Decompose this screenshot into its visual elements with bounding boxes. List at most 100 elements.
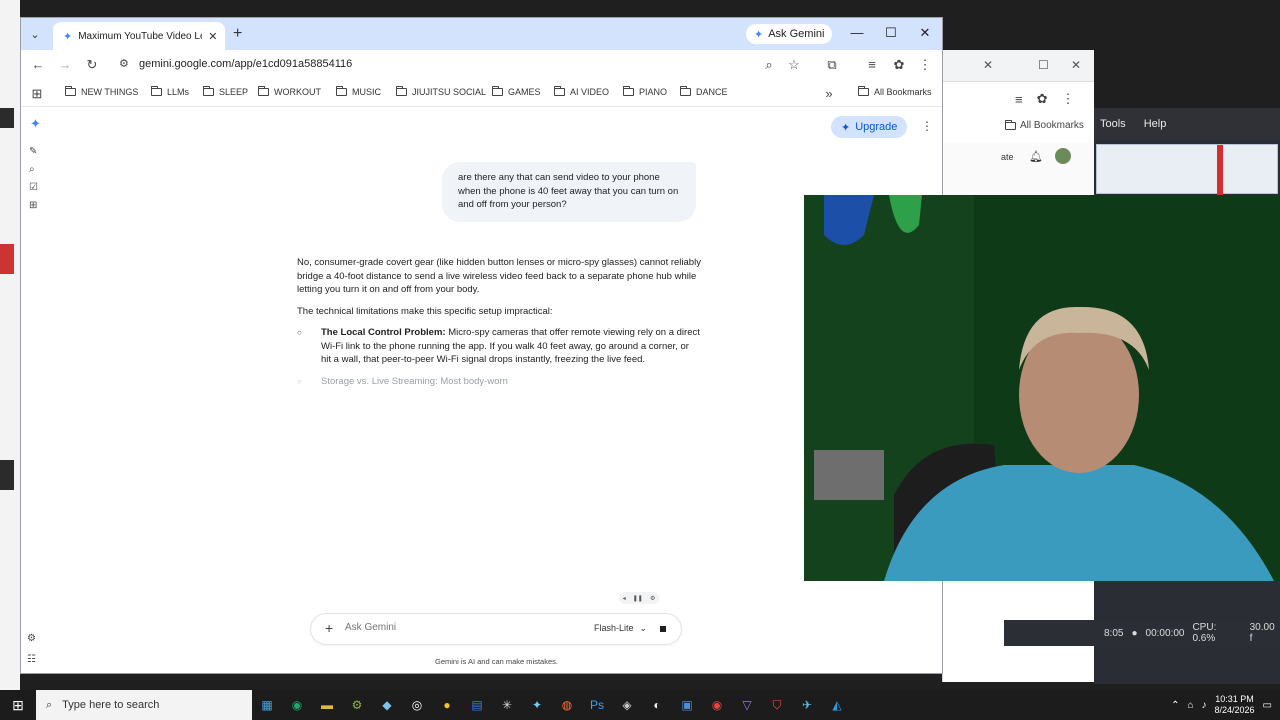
calculator-app-icon[interactable]: ▦ (252, 690, 282, 720)
back-icon[interactable]: ← (30, 57, 46, 72)
app-icon[interactable]: ▣ (672, 690, 702, 720)
maximize-icon[interactable]: ☐ (881, 25, 901, 41)
bookmark-folder[interactable]: SLEEP (203, 86, 248, 97)
app-icon[interactable]: ▽ (732, 690, 762, 720)
apps-icon[interactable]: ⊞ (29, 200, 37, 211)
close-icon[interactable]: ✕ (983, 58, 993, 72)
file-explorer-icon[interactable]: ▬ (312, 690, 342, 720)
close-icon[interactable]: ✕ (208, 30, 217, 43)
bookmark-folder[interactable]: GAMES (492, 86, 541, 97)
app-icon[interactable]: ✦ (522, 690, 552, 720)
webcam-gray-object (814, 450, 884, 500)
new-chat-icon[interactable]: ✎ (29, 146, 37, 157)
minimize-icon[interactable]: — (847, 25, 867, 40)
background-window-left (0, 0, 20, 690)
avatar[interactable] (1055, 148, 1071, 164)
settings-icon[interactable]: ⚙ (650, 595, 655, 602)
user-message: are there any that can send video to you… (442, 162, 696, 222)
app-icon[interactable]: ◭ (822, 690, 852, 720)
address-bar[interactable]: gemini.google.com/app/e1cd091a58854116 (139, 58, 352, 70)
add-icon[interactable]: + (325, 620, 333, 636)
bookmark-star-icon[interactable]: ☆ (786, 57, 802, 73)
bookmark-folder[interactable]: WORKOUT (258, 86, 321, 97)
app-icon[interactable]: ◆ (372, 690, 402, 720)
more-bookmarks-icon[interactable]: » (821, 86, 837, 101)
bookmarks-bar: ⊞ NEW THINGS LLMs SLEEP WORKOUT MUSIC JI… (21, 80, 942, 107)
maximize-icon[interactable]: ☐ (1038, 58, 1049, 72)
gemini-favicon-icon: ✦ (63, 30, 73, 43)
rewind-icon[interactable]: ◂ (623, 595, 626, 602)
notifications-icon[interactable]: ▭ (1263, 700, 1272, 711)
network-icon[interactable]: ⌂ (1187, 700, 1193, 711)
firefox-app-icon[interactable]: ◍ (552, 690, 582, 720)
more-options-icon[interactable]: ⋮ (921, 119, 933, 133)
brave-app-icon[interactable]: ⛉ (762, 690, 792, 720)
bookmark-folder[interactable]: PIANO (623, 86, 667, 97)
close-window-icon[interactable]: ✕ (915, 25, 935, 41)
reload-icon[interactable]: ↻ (84, 57, 100, 73)
prompt-input[interactable] (345, 622, 545, 633)
bookmark-folder[interactable]: AI VIDEO (554, 86, 609, 97)
menu-tools[interactable]: Tools (1100, 118, 1126, 130)
pause-icon[interactable]: ❚❚ (633, 595, 643, 602)
app-statusbar: 8:05 ● 00:00:00 CPU: 0.6% 30.00 f (1004, 620, 1280, 646)
app-icon[interactable]: ⚙ (342, 690, 372, 720)
photoshop-app-icon[interactable]: Ps (582, 690, 612, 720)
gemini-logo-icon[interactable]: ✦ (30, 116, 41, 132)
stop-icon (660, 626, 666, 632)
extension-icon[interactable]: ✿ (1037, 91, 1048, 107)
tab-strip: ⌄ ✦ Maximum YouTube Video Leng ✕ + ✦ Ask… (21, 18, 942, 50)
menu-icon[interactable]: ⋮ (1062, 91, 1075, 107)
gems-icon[interactable]: ☑ (29, 182, 38, 193)
clock[interactable]: 10:31 PM 8/24/2026 (1215, 694, 1255, 716)
chrome-app-icon[interactable]: ◉ (702, 690, 732, 720)
tab-gemini[interactable]: ✦ Maximum YouTube Video Leng ✕ (53, 22, 225, 50)
bookmark-folder[interactable]: NEW THINGS (65, 86, 138, 97)
obs-app-icon[interactable]: ◎ (402, 690, 432, 720)
response-list: The Local Control Problem: Micro-spy cam… (297, 326, 701, 388)
menu-help[interactable]: Help (1144, 118, 1167, 130)
folder-icon (554, 86, 565, 96)
search-icon[interactable]: ⌕ (29, 164, 35, 175)
tab-search-icon[interactable]: ⌄ (21, 28, 49, 41)
upgrade-button[interactable]: ✦ Upgrade (831, 116, 908, 138)
ask-gemini-button[interactable]: ✦ Ask Gemini (746, 24, 833, 44)
new-tab-icon[interactable]: + (233, 25, 242, 43)
playback-mini-controls[interactable]: ◂ ❚❚ ⚙ (619, 592, 659, 604)
bell-icon[interactable]: 🔔︎ (1029, 150, 1043, 163)
app-icon[interactable]: ◐ (642, 690, 672, 720)
profile-icon[interactable]: ✿ (891, 57, 907, 73)
media-icon[interactable]: ≡ (864, 57, 880, 72)
list-icon[interactable]: ≡ (1015, 92, 1023, 107)
windows-start-icon[interactable]: ⊞ (0, 690, 36, 720)
settings-icon[interactable]: ⚙ (27, 633, 36, 644)
app-icon[interactable]: ◈ (612, 690, 642, 720)
disclaimer: Gemini is AI and can make mistakes. (435, 657, 558, 666)
lightbulb-app-icon[interactable]: ● (432, 690, 462, 720)
app-preview-thumbnail (1096, 144, 1278, 195)
folder-icon (396, 86, 407, 96)
menu-icon[interactable]: ⋮ (917, 57, 933, 73)
volume-icon[interactable]: ♪ (1202, 700, 1207, 711)
extensions-icon[interactable]: ⧉ (824, 57, 840, 73)
chevron-up-icon[interactable]: ⌃ (1171, 700, 1179, 711)
zoom-icon[interactable]: ⌕ (761, 57, 777, 73)
bookmark-folder[interactable]: LLMs (151, 86, 189, 97)
docs-app-icon[interactable]: ▤ (462, 690, 492, 720)
bookmark-folder[interactable]: DANCE (680, 86, 728, 97)
bookmark-folder[interactable]: MUSIC (336, 86, 381, 97)
background-bookmarks[interactable]: All Bookmarks (1005, 119, 1084, 131)
activity-icon[interactable]: ☷ (27, 654, 36, 665)
edge-app-icon[interactable]: ◉ (282, 690, 312, 720)
close-icon[interactable]: ✕ (1071, 58, 1081, 72)
all-bookmarks[interactable]: All Bookmarks (858, 86, 932, 97)
site-info-icon[interactable]: ⚙︎ (119, 57, 129, 70)
apps-grid-icon[interactable]: ⊞ (29, 86, 45, 102)
app-icon[interactable]: ✳ (492, 690, 522, 720)
stop-button[interactable] (658, 624, 668, 634)
model-selector[interactable]: Flash-Lite ⌄ (594, 623, 647, 634)
app-icon[interactable]: ✈ (792, 690, 822, 720)
forward-icon[interactable]: → (57, 57, 73, 72)
taskbar-search[interactable]: ⌕ Type here to search (36, 690, 252, 720)
bookmark-folder[interactable]: JIUJITSU SOCIAL (396, 86, 486, 97)
